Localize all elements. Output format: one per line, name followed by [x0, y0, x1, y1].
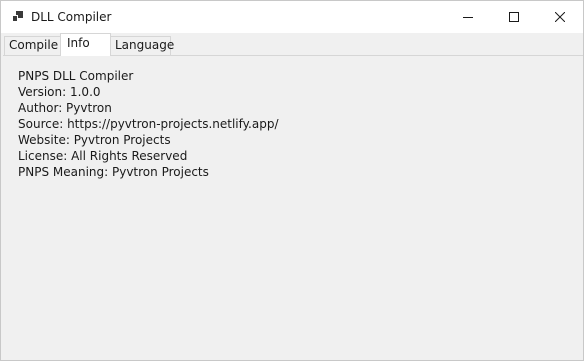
info-line-license: License: All Rights Reserved — [18, 149, 188, 163]
minimize-icon — [463, 17, 473, 18]
maximize-icon — [509, 12, 519, 22]
info-line-product: PNPS DLL Compiler — [18, 69, 134, 83]
info-panel: PNPS DLL Compiler Version: 1.0.0 Author:… — [3, 55, 583, 360]
title-bar[interactable]: DLL Compiler — [1, 1, 583, 33]
minimize-button[interactable] — [445, 1, 491, 33]
info-line-version: Version: 1.0.0 — [18, 85, 101, 99]
info-line-website: Website: Pyvtron Projects — [18, 133, 171, 147]
tab-info[interactable]: Info — [60, 33, 111, 56]
app-icon — [12, 11, 23, 22]
close-icon — [555, 12, 565, 22]
info-line-source: Source: https://pyvtron-projects.netlify… — [18, 117, 279, 131]
window-title: DLL Compiler — [31, 10, 112, 24]
info-line-meaning: PNPS Meaning: Pyvtron Projects — [18, 165, 209, 179]
info-text: PNPS DLL Compiler Version: 1.0.0 Author:… — [18, 68, 278, 180]
app-window: DLL Compiler Compile Info Language PNPS … — [0, 0, 584, 361]
close-button[interactable] — [537, 1, 583, 33]
tab-strip: Compile Info Language — [1, 33, 583, 56]
tab-compile[interactable]: Compile — [4, 36, 60, 55]
info-line-author: Author: Pyvtron — [18, 101, 112, 115]
tab-language[interactable]: Language — [111, 36, 174, 55]
maximize-button[interactable] — [491, 1, 537, 33]
